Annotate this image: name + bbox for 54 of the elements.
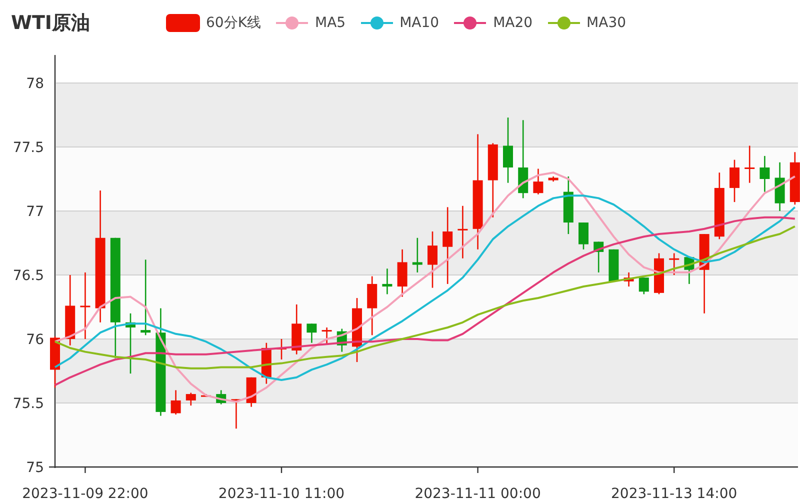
candlestick [216, 390, 226, 404]
candlestick [306, 324, 317, 343]
candlestick [382, 268, 392, 294]
candlestick [760, 156, 770, 192]
candlestick [608, 249, 619, 282]
candlestick [50, 336, 60, 388]
candlestick [774, 162, 785, 211]
candlestick [186, 392, 196, 406]
candlestick [412, 238, 422, 272]
candlestick [669, 253, 680, 275]
candlestick [322, 327, 332, 344]
candlestick [80, 272, 90, 339]
candlestick [533, 168, 544, 194]
candlestick [65, 275, 76, 346]
legend-label[interactable]: MA20 [493, 14, 533, 30]
x-axis-label: 2023-11-09 22:00 [22, 486, 148, 501]
x-axis-label: 2023-11-10 11:00 [218, 486, 345, 501]
candlestick [790, 152, 800, 205]
y-axis-label: 77.5 [12, 140, 44, 156]
y-axis-label: 76 [26, 332, 44, 348]
candlestick [231, 399, 242, 429]
candlestick [458, 206, 468, 258]
candlestick [126, 313, 136, 374]
y-axis-label: 75 [26, 460, 44, 476]
x-axis-label: 2023-11-13 14:00 [611, 486, 738, 501]
candlestick [292, 304, 302, 354]
candlestick [684, 257, 694, 284]
candlestick [276, 339, 286, 360]
candlestick [367, 276, 378, 336]
candlestick [261, 342, 272, 384]
candlestick [744, 146, 755, 183]
candlestick [563, 176, 574, 234]
chart-title: WTI原油 [11, 10, 91, 36]
candlestick [578, 222, 588, 250]
candlestick [714, 172, 724, 240]
candlestick [548, 176, 558, 182]
candlestick [352, 298, 362, 362]
y-axis-label: 77 [26, 204, 44, 220]
legend-label[interactable]: 60分K线 [206, 14, 261, 32]
y-axis-label: 75.5 [12, 396, 44, 412]
x-axis-label: 2023-11-11 00:00 [414, 486, 541, 501]
y-axis-label: 76.5 [12, 268, 44, 284]
y-axis-label: 78 [26, 76, 44, 92]
candlestick [503, 118, 513, 183]
candlestick [428, 231, 438, 288]
candlestick [397, 249, 408, 297]
candlestick [730, 160, 740, 202]
candlestick [594, 242, 604, 272]
legend-label[interactable]: MA5 [315, 14, 346, 30]
candlestick [624, 272, 634, 287]
candlestick [170, 390, 181, 415]
legend-label[interactable]: MA10 [400, 14, 440, 30]
legend-label[interactable]: MA30 [586, 14, 626, 30]
candlestick [336, 328, 347, 352]
